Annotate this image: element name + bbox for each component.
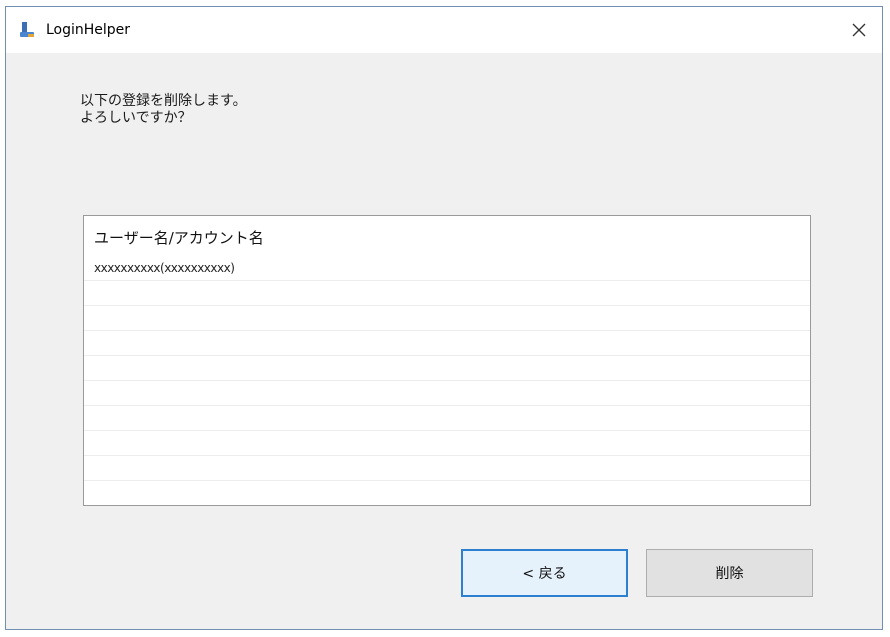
window-title: LoginHelper xyxy=(46,22,131,38)
list-item[interactable] xyxy=(84,431,810,456)
message-line-2: よろしいですか？ xyxy=(80,110,192,126)
list-item[interactable] xyxy=(84,281,810,306)
list-item[interactable] xyxy=(84,381,810,406)
title-bar[interactable]: LoginHelper xyxy=(6,7,882,53)
account-listbox[interactable]: ユーザー名/アカウント名 xxxxxxxxxx(xxxxxxxxxx) xyxy=(83,215,811,506)
list-item[interactable]: xxxxxxxxxx(xxxxxxxxxx) xyxy=(84,256,810,281)
list-item[interactable] xyxy=(84,356,810,381)
list-item[interactable] xyxy=(84,481,810,505)
delete-button[interactable]: 削除 xyxy=(646,549,813,597)
list-item-text: xxxxxxxxxx(xxxxxxxxxx) xyxy=(94,261,235,275)
list-item[interactable] xyxy=(84,456,810,481)
back-button[interactable]: < 戻る xyxy=(461,549,628,597)
dialog-window: LoginHelper 以下の登録を削除します。 よろしいですか？ ユーザー名/… xyxy=(5,6,883,630)
message-line-1: 以下の登録を削除します。 xyxy=(80,93,247,109)
close-button[interactable] xyxy=(836,7,882,53)
close-icon xyxy=(852,23,866,37)
confirmation-message: 以下の登録を削除します。 よろしいですか？ xyxy=(80,93,247,127)
list-item[interactable] xyxy=(84,406,810,431)
app-icon xyxy=(19,22,37,38)
list-header: ユーザー名/アカウント名 xyxy=(94,229,264,247)
list-item[interactable] xyxy=(84,331,810,356)
list-item[interactable] xyxy=(84,306,810,331)
